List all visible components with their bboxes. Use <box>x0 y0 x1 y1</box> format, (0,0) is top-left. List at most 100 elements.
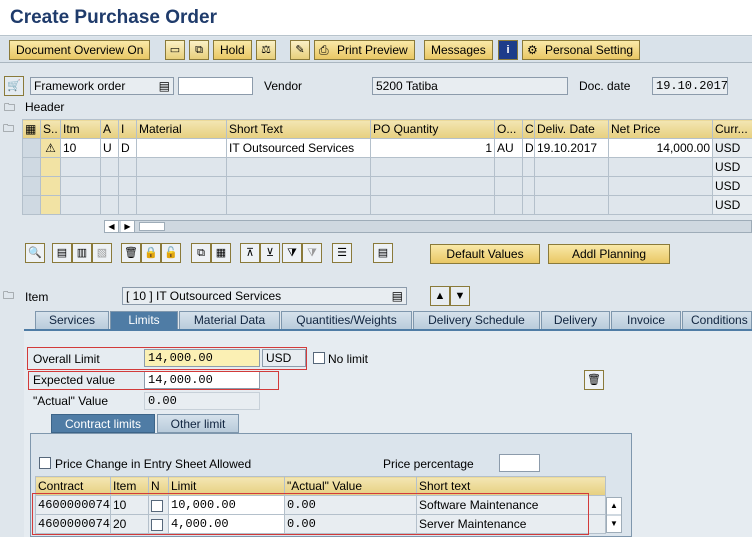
print-preview-button[interactable]: ⎙ Print Preview <box>314 40 415 60</box>
cell-item-cat[interactable] <box>118 176 137 196</box>
tab-conditions[interactable]: Conditions <box>682 311 752 329</box>
cell-c[interactable] <box>522 157 535 177</box>
tab-invoice[interactable]: Invoice <box>611 311 681 329</box>
header-folder-icon[interactable]: 🗀 <box>4 99 15 118</box>
info-icon[interactable]: i <box>498 40 518 60</box>
cell-net-price[interactable] <box>608 176 713 196</box>
cell-order-unit[interactable]: AU <box>494 138 523 158</box>
cell-c[interactable] <box>522 176 535 196</box>
po-number-field[interactable] <box>178 77 253 95</box>
cell-item[interactable] <box>60 157 101 177</box>
details-icon[interactable]: 🔍 <box>25 243 45 263</box>
deselect-icon[interactable]: ▧ <box>92 243 112 263</box>
addl-planning-button[interactable]: Addl Planning <box>548 244 670 264</box>
delete-limit-icon[interactable]: 🗑 <box>584 370 604 390</box>
price-change-checkbox[interactable] <box>39 457 51 469</box>
cell-order-unit[interactable] <box>494 195 523 215</box>
table-config-icon[interactable]: ▦ <box>22 119 41 139</box>
cell-po-quantity[interactable] <box>370 195 495 215</box>
services-icon[interactable]: ☰ <box>332 243 352 263</box>
col-c[interactable]: C <box>522 119 535 139</box>
order-type-select[interactable]: Framework order ▤ <box>30 77 174 95</box>
cell-deliv-date[interactable] <box>534 195 609 215</box>
scroll-down-icon[interactable]: ▼ <box>607 516 621 532</box>
cell-po-quantity[interactable] <box>370 157 495 177</box>
default-values-button[interactable]: Default Values <box>430 244 540 264</box>
document-overview-button[interactable]: Document Overview On <box>9 40 151 60</box>
col-material[interactable]: Material <box>136 119 227 139</box>
cell-po-quantity[interactable]: 1 <box>370 138 495 158</box>
no-limit-checkbox[interactable] <box>313 352 325 364</box>
doc-date-field[interactable]: 19.10.2017 <box>652 77 728 95</box>
cell-net-price[interactable] <box>608 195 713 215</box>
cell-material[interactable] <box>136 195 227 215</box>
item-folder-icon[interactable]: 🗀 <box>3 287 14 306</box>
subtab-contract-limits[interactable]: Contract limits <box>51 414 155 433</box>
table-settings-icon[interactable]: ▦ <box>211 243 231 263</box>
personal-print-icon[interactable]: ✎ <box>290 40 310 60</box>
cart-icon[interactable]: 🛒 <box>4 76 24 96</box>
cell-material[interactable] <box>136 138 227 158</box>
row-selector[interactable] <box>22 195 41 215</box>
item-select[interactable]: [ 10 ] IT Outsourced Services ▤ <box>122 287 407 305</box>
cell-account[interactable] <box>100 195 119 215</box>
table-row[interactable]: USD <box>22 195 752 215</box>
cell-po-quantity[interactable] <box>370 176 495 196</box>
delete-icon[interactable]: 🗑 <box>121 243 141 263</box>
copy-icon[interactable]: ⧉ <box>191 243 211 263</box>
horizontal-scrollbar[interactable]: ◀ ▶ <box>104 220 752 233</box>
price-percentage-field[interactable] <box>499 454 540 472</box>
cell-deliv-date[interactable] <box>534 176 609 196</box>
cell-order-unit[interactable] <box>494 176 523 196</box>
cell-deliv-date[interactable]: 19.10.2017 <box>534 138 609 158</box>
scroll-thumb[interactable] <box>139 222 165 231</box>
header-section-label[interactable]: Header <box>25 100 64 114</box>
col-deliv-date[interactable]: Deliv. Date <box>534 119 609 139</box>
cell-item[interactable] <box>60 176 101 196</box>
lock-icon[interactable]: 🔒 <box>141 243 161 263</box>
cell-item-cat[interactable]: D <box>118 138 137 158</box>
tab-material-data[interactable]: Material Data <box>179 311 280 329</box>
col-item[interactable]: Itm <box>60 119 101 139</box>
cell-material[interactable] <box>136 176 227 196</box>
row-selector[interactable] <box>22 138 41 158</box>
col-net-price[interactable]: Net Price <box>608 119 713 139</box>
cell-item-cat[interactable] <box>118 157 137 177</box>
cell-item-cat[interactable] <box>118 195 137 215</box>
col-status[interactable]: S.. <box>40 119 61 139</box>
cell-order-unit[interactable] <box>494 157 523 177</box>
cell-deliv-date[interactable] <box>534 157 609 177</box>
items-folder-icon[interactable]: 🗀 <box>3 120 14 139</box>
cell-short-text[interactable] <box>226 176 371 196</box>
sort-desc-icon[interactable]: ⊻ <box>260 243 280 263</box>
scroll-right-icon[interactable]: ▶ <box>121 221 135 232</box>
cell-account[interactable] <box>100 176 119 196</box>
col-account[interactable]: A <box>100 119 119 139</box>
vertical-scrollbar[interactable]: ▲ ▼ <box>606 497 622 533</box>
cell-c[interactable]: D <box>522 138 535 158</box>
table-row[interactable]: USD <box>22 157 752 177</box>
col-po-quantity[interactable]: PO Quantity <box>370 119 495 139</box>
col-short-text[interactable]: Short Text <box>226 119 371 139</box>
cell-account[interactable]: U <box>100 138 119 158</box>
tab-delivery[interactable]: Delivery <box>541 311 610 329</box>
other-document-icon[interactable]: ⧉ <box>189 40 209 60</box>
filter-off-icon[interactable]: ⧩ <box>302 243 322 263</box>
cell-item[interactable] <box>60 195 101 215</box>
row-selector[interactable] <box>22 176 41 196</box>
tab-services[interactable]: Services <box>35 311 109 329</box>
messages-button[interactable]: Messages <box>424 40 493 60</box>
scroll-left-icon[interactable]: ◀ <box>105 221 119 232</box>
row-selector[interactable] <box>22 157 41 177</box>
select-all-icon[interactable]: ▤ <box>52 243 72 263</box>
scroll-up-icon[interactable]: ▲ <box>607 498 621 514</box>
cell-account[interactable] <box>100 157 119 177</box>
document-icon[interactable]: ▤ <box>373 243 393 263</box>
item-down-icon[interactable]: ▼ <box>450 286 470 306</box>
col-order-unit[interactable]: O... <box>494 119 523 139</box>
cell-c[interactable] <box>522 195 535 215</box>
col-currency[interactable]: Curr... <box>712 119 752 139</box>
table-row[interactable]: USD <box>22 176 752 196</box>
subtab-other-limit[interactable]: Other limit <box>157 414 239 433</box>
cell-net-price[interactable] <box>608 157 713 177</box>
